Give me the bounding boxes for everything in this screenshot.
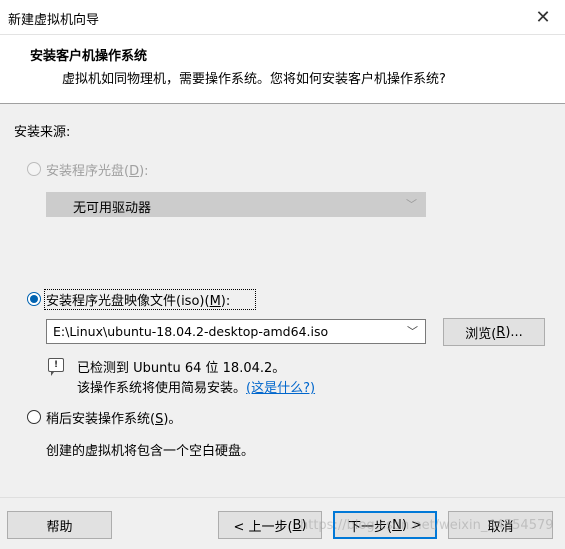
wizard-header: 安装客户机操作系统 虚拟机如同物理机，需要操作系统。您将如何安装客户机操作系统?: [0, 35, 565, 104]
iso-option-label[interactable]: 安装程序光盘映像文件(iso)(M):: [46, 290, 230, 309]
iso-path-value[interactable]: E:\Linux\ubuntu-18.04.2-desktop-amd64.is…: [53, 324, 328, 339]
drive-select: 无可用驱动器 ﹀: [46, 192, 426, 217]
browse-button[interactable]: 浏览(R)...: [443, 318, 545, 346]
install-later-radio[interactable]: [27, 410, 41, 424]
page-title: 安装客户机操作系统: [30, 49, 148, 64]
drive-select-value: 无可用驱动器: [73, 201, 152, 216]
footer-divider: [0, 497, 565, 498]
help-button[interactable]: 帮助: [7, 511, 112, 539]
chevron-down-icon[interactable]: ﹀: [407, 323, 418, 339]
page-subtitle: 虚拟机如同物理机，需要操作系统。您将如何安装客户机操作系统?: [62, 72, 446, 87]
info-icon: !: [48, 358, 64, 376]
close-icon[interactable]: ✕: [521, 0, 565, 35]
window-title: 新建虚拟机向导: [8, 13, 100, 28]
easy-install-line: 该操作系统将使用简易安装。(这是什么?): [77, 377, 315, 396]
detected-os-text: 已检测到 Ubuntu 64 位 18.04.2。: [77, 361, 286, 376]
easy-install-text: 该操作系统将使用简易安装。: [77, 381, 247, 396]
disc-radio[interactable]: [27, 162, 41, 176]
iso-path-combobox[interactable]: E:\Linux\ubuntu-18.04.2-desktop-amd64.is…: [46, 319, 426, 344]
whats-this-link[interactable]: (这是什么?): [246, 381, 315, 396]
install-later-label[interactable]: 稍后安装操作系统(S)。: [46, 408, 181, 427]
watermark-text: https://blog.csdn.net/weixin_44554579: [300, 518, 554, 533]
install-source-label: 安装来源:: [14, 125, 71, 140]
iso-radio[interactable]: [27, 292, 41, 306]
install-later-description: 创建的虚拟机将包含一个空白硬盘。: [46, 444, 255, 459]
chevron-down-icon: ﹀: [406, 198, 417, 211]
disc-option-label[interactable]: 安装程序光盘(D):: [46, 160, 149, 179]
title-bar: 新建虚拟机向导 ✕: [0, 0, 565, 35]
